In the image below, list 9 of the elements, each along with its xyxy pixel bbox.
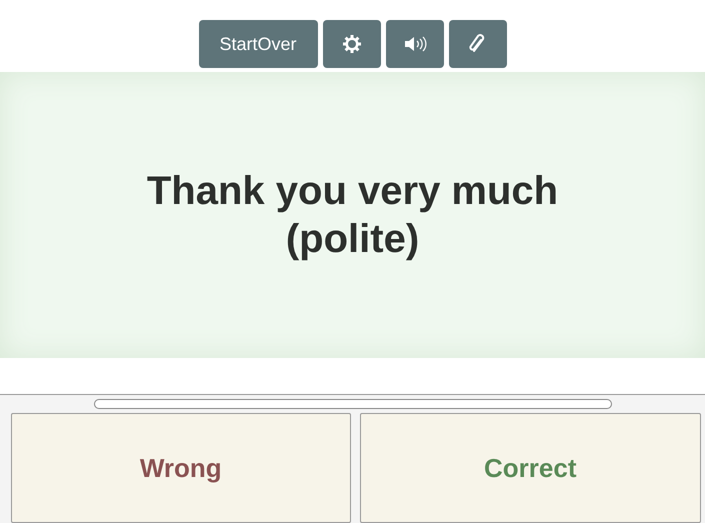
correct-button[interactable]: Correct	[360, 413, 700, 523]
card-text: Thank you very much (polite)	[146, 168, 560, 263]
wrong-button[interactable]: Wrong	[10, 413, 351, 523]
gear-icon	[342, 34, 362, 54]
start-over-button[interactable]: StartOver	[198, 20, 318, 68]
sound-button[interactable]	[386, 20, 444, 68]
settings-button[interactable]	[322, 20, 380, 68]
speaker-icon	[402, 35, 426, 53]
attachment-button[interactable]	[448, 20, 506, 68]
